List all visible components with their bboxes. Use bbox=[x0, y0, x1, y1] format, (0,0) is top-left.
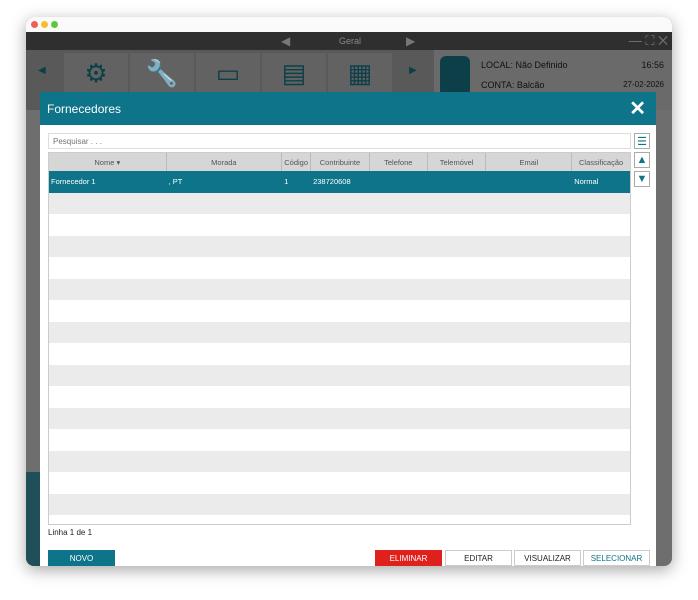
scroll-down-button[interactable]: ▼ bbox=[634, 171, 650, 187]
scroll-right-icon[interactable]: ▶ bbox=[409, 65, 417, 76]
table-header: Nome ▾ Morada Código Contribuinte Telefo… bbox=[49, 153, 630, 171]
zoom-window-button[interactable] bbox=[51, 21, 58, 28]
arrow-down-icon: ▼ bbox=[636, 173, 648, 185]
col-telefone[interactable]: Telefone bbox=[370, 153, 428, 171]
cell-classificacao: Normal bbox=[574, 177, 599, 187]
status-text: Linha 1 de 1 bbox=[48, 528, 93, 537]
arrow-up-icon: ▲ bbox=[636, 154, 648, 166]
selecionar-button[interactable]: SELECIONAR bbox=[583, 550, 650, 566]
scroll-up-button[interactable]: ▲ bbox=[634, 152, 650, 168]
empty-table-row bbox=[49, 364, 630, 386]
empty-table-row bbox=[49, 472, 630, 494]
editar-button[interactable]: EDITAR bbox=[445, 550, 512, 566]
minimize-window-button[interactable] bbox=[41, 21, 48, 28]
gears-icon: ⚙ bbox=[84, 57, 108, 88]
cell-codigo: 1 bbox=[284, 177, 289, 187]
col-morada[interactable]: Morada bbox=[167, 153, 283, 171]
col-contribuinte[interactable]: Contribuinte bbox=[311, 153, 370, 171]
close-icon[interactable]: ✕ bbox=[629, 96, 646, 121]
col-classificacao[interactable]: Classificação bbox=[572, 153, 630, 171]
empty-table-row bbox=[49, 493, 630, 515]
search-input[interactable] bbox=[48, 133, 631, 149]
document-tool[interactable]: ▤ bbox=[262, 53, 326, 93]
empty-table-row bbox=[49, 300, 630, 322]
table-row[interactable]: Fornecedor 1 , PT 1 238720608 Normal bbox=[49, 171, 630, 193]
empty-table-row bbox=[49, 343, 630, 365]
section-title: Geral bbox=[339, 36, 362, 46]
empty-table-row bbox=[49, 407, 630, 429]
top-bar: ◀ Geral ▶ — ⛶ ✕ bbox=[26, 32, 672, 50]
prev-arrow-icon[interactable]: ◀ bbox=[281, 34, 290, 48]
scroll-left-icon[interactable]: ◀ bbox=[38, 65, 46, 76]
col-telemovel[interactable]: Telemóvel bbox=[428, 153, 487, 171]
window-controls-icon[interactable]: — ⛶ ✕ bbox=[629, 33, 668, 49]
cell-nome: Fornecedor 1 bbox=[51, 177, 96, 187]
suppliers-table: Nome ▾ Morada Código Contribuinte Telefo… bbox=[48, 152, 631, 525]
cell-morada: , PT bbox=[168, 177, 183, 187]
title-bar bbox=[26, 17, 672, 32]
document-icon: ▤ bbox=[281, 57, 307, 88]
cell-contribuinte: 238720608 bbox=[313, 177, 351, 187]
conta-label: CONTA: Balcão bbox=[481, 80, 545, 90]
empty-table-row bbox=[49, 429, 630, 451]
empty-table-row bbox=[49, 192, 630, 214]
close-window-button[interactable] bbox=[31, 21, 38, 28]
empty-table-row bbox=[49, 386, 630, 408]
time-label: 16:56 bbox=[641, 60, 664, 70]
wrench-icon: 🔧 bbox=[145, 57, 179, 88]
empty-table-row bbox=[49, 235, 630, 257]
visualizar-button[interactable]: VISUALIZAR bbox=[514, 550, 581, 566]
tools-tool[interactable]: 🔧 bbox=[130, 53, 194, 93]
dialog-title: Fornecedores bbox=[47, 101, 122, 116]
fornecedores-dialog: Fornecedores ✕ ☰ ▲ ▼ Nome ▾ Morada Códig… bbox=[40, 92, 656, 566]
empty-table-row bbox=[49, 257, 630, 279]
left-sidebar bbox=[26, 472, 40, 566]
novo-button[interactable]: NOVO bbox=[48, 550, 115, 566]
monitor-icon: ▭ bbox=[215, 57, 241, 88]
empty-table-row bbox=[49, 278, 630, 300]
next-arrow-icon[interactable]: ▶ bbox=[406, 34, 415, 48]
calendar-tool[interactable]: ▦ bbox=[328, 53, 392, 93]
monitor-tool[interactable]: ▭ bbox=[196, 53, 260, 93]
empty-table-row bbox=[49, 450, 630, 472]
settings-tool[interactable]: ⚙ bbox=[64, 53, 128, 93]
eliminar-button[interactable]: ELIMINAR bbox=[375, 550, 442, 566]
local-label: LOCAL: Não Definido bbox=[481, 60, 568, 70]
empty-table-row bbox=[49, 515, 630, 524]
dialog-header: Fornecedores ✕ bbox=[40, 92, 656, 125]
date-label: 27-02-2026 bbox=[623, 80, 664, 89]
app-window: ◀ Geral ▶ — ⛶ ✕ ◀ ⚙ 🔧 ▭ ▤ ▦ ▶ LOCAL: Não… bbox=[26, 17, 672, 566]
col-codigo[interactable]: Código bbox=[282, 153, 312, 171]
logo-icon bbox=[440, 56, 470, 96]
empty-table-row bbox=[49, 321, 630, 343]
col-nome[interactable]: Nome ▾ bbox=[49, 153, 167, 171]
col-email[interactable]: Email bbox=[486, 153, 573, 171]
empty-rows bbox=[49, 192, 630, 525]
menu-button[interactable]: ☰ bbox=[634, 133, 650, 149]
empty-table-row bbox=[49, 214, 630, 236]
calendar-icon: ▦ bbox=[347, 57, 373, 88]
menu-icon: ☰ bbox=[637, 135, 647, 148]
